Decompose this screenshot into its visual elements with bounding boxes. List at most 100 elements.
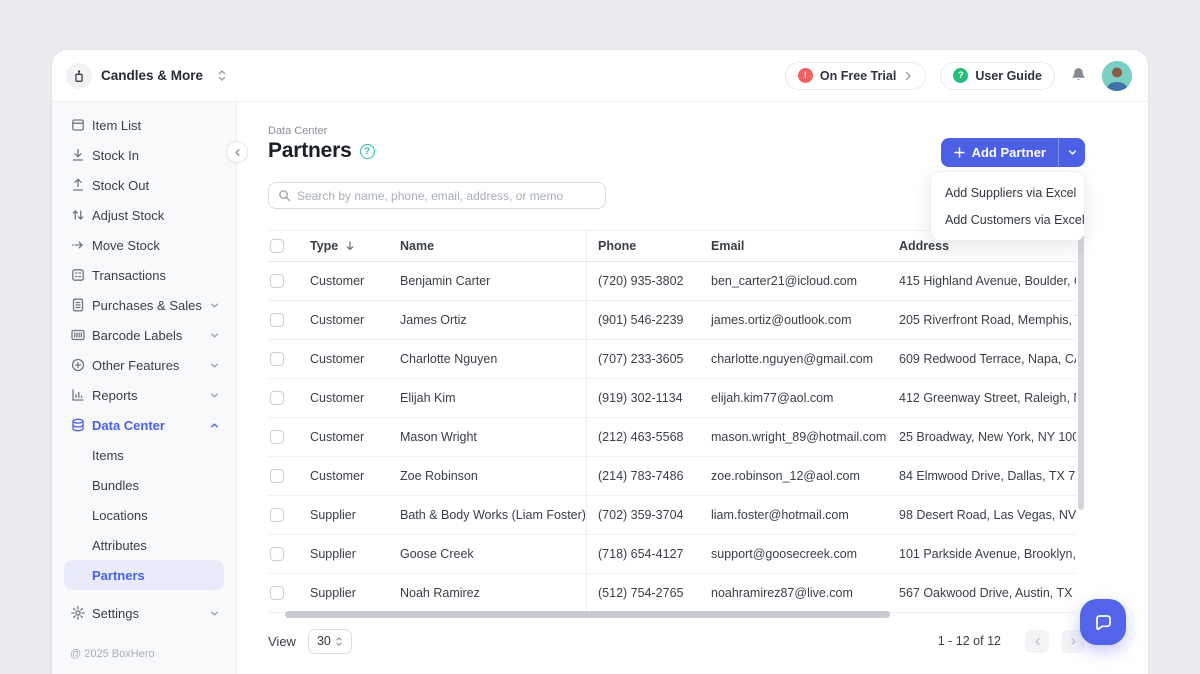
table-footer: View 30 1 - 12 of 12 xyxy=(268,626,1085,656)
sidebar-item-adjust-stock[interactable]: Adjust Stock xyxy=(64,200,224,230)
candle-icon xyxy=(72,69,86,83)
chat-support-button[interactable] xyxy=(1080,599,1126,645)
sidebar-item-items[interactable]: Items xyxy=(64,440,224,470)
sidebar-item-settings[interactable]: Settings xyxy=(64,598,224,628)
cell-address: 415 Highland Avenue, Boulder, CO 803 xyxy=(899,262,1076,300)
add-partner-caret-button[interactable] xyxy=(1058,138,1085,167)
cell-type: Customer xyxy=(310,418,400,456)
cell-email: noahramirez87@live.com xyxy=(711,574,899,612)
workspace-switcher-icon[interactable] xyxy=(217,69,227,82)
clipboard-icon xyxy=(70,117,86,133)
cell-address: 412 Greenway Street, Raleigh, NC 276 xyxy=(899,379,1076,417)
search-icon xyxy=(278,189,291,202)
row-checkbox[interactable] xyxy=(270,274,284,288)
page-title: Partners xyxy=(268,139,352,163)
column-header-type[interactable]: Type xyxy=(310,231,400,261)
sidebar-collapse-button[interactable] xyxy=(226,141,248,163)
view-label: View xyxy=(268,634,296,649)
user-avatar[interactable] xyxy=(1102,61,1132,91)
cell-phone: (214) 783-7486 xyxy=(587,457,711,495)
sidebar-item-label: Data Center xyxy=(92,418,165,433)
chevron-down-icon xyxy=(209,390,220,401)
column-header-email[interactable]: Email xyxy=(711,231,899,261)
add-partner-button[interactable]: Add Partner xyxy=(941,138,1085,167)
menu-item-add-suppliers[interactable]: Add Suppliers via Excel xyxy=(931,179,1084,206)
chevron-down-icon xyxy=(209,330,220,341)
sidebar-item-barcode-labels[interactable]: Barcode Labels xyxy=(64,320,224,350)
sidebar-item-label: Adjust Stock xyxy=(92,208,164,223)
row-checkbox-cell xyxy=(268,262,310,300)
cell-phone: (212) 463-5568 xyxy=(587,418,711,456)
trial-badge[interactable]: ! On Free Trial xyxy=(785,62,926,90)
row-checkbox[interactable] xyxy=(270,547,284,561)
menu-item-add-customers[interactable]: Add Customers via Excel xyxy=(931,206,1084,233)
chevron-down-icon xyxy=(1067,147,1078,158)
select-stepper-icon xyxy=(335,636,343,647)
column-label: Address xyxy=(899,239,949,253)
sidebar-item-item-list[interactable]: Item List xyxy=(64,110,224,140)
cell-name: Benjamin Carter xyxy=(400,262,587,300)
user-guide-button[interactable]: ? User Guide xyxy=(940,62,1055,90)
cell-address: 205 Riverfront Road, Memphis, TN 381 xyxy=(899,301,1076,339)
cell-type: Supplier xyxy=(310,535,400,573)
cell-name: Charlotte Nguyen xyxy=(400,340,587,378)
sidebar-item-attributes[interactable]: Attributes xyxy=(64,530,224,560)
chevron-left-icon xyxy=(1032,636,1043,647)
column-header-phone[interactable]: Phone xyxy=(587,231,711,261)
select-all-checkbox[interactable] xyxy=(270,239,284,253)
horizontal-scrollbar[interactable] xyxy=(285,611,890,618)
sidebar-item-label: Purchases & Sales xyxy=(92,298,202,313)
search-input[interactable] xyxy=(297,189,596,203)
sidebar-item-label: Items xyxy=(92,448,124,463)
table-row: CustomerBenjamin Carter(720) 935-3802ben… xyxy=(268,262,1076,301)
row-checkbox[interactable] xyxy=(270,469,284,483)
workspace-name: Candles & More xyxy=(101,68,203,83)
prev-page-button[interactable] xyxy=(1025,630,1049,653)
cell-phone: (919) 302-1134 xyxy=(587,379,711,417)
sidebar-item-transactions[interactable]: Transactions xyxy=(64,260,224,290)
row-checkbox-cell xyxy=(268,496,310,534)
chevron-down-icon xyxy=(209,608,220,619)
cell-email: elijah.kim77@aol.com xyxy=(711,379,899,417)
sidebar-item-other-features[interactable]: Other Features xyxy=(64,350,224,380)
sidebar-item-data-center[interactable]: Data Center xyxy=(64,410,224,440)
sidebar-item-purchases-sales[interactable]: Purchases & Sales xyxy=(64,290,224,320)
help-circle-icon[interactable]: ? xyxy=(360,144,375,159)
sidebar-item-label: Reports xyxy=(92,388,138,403)
row-checkbox[interactable] xyxy=(270,391,284,405)
sidebar-item-locations[interactable]: Locations xyxy=(64,500,224,530)
sidebar-item-partners[interactable]: Partners xyxy=(64,560,224,590)
row-checkbox[interactable] xyxy=(270,352,284,366)
cell-email: support@goosecreek.com xyxy=(711,535,899,573)
vertical-scrollbar[interactable] xyxy=(1078,232,1084,510)
row-checkbox-cell xyxy=(268,535,310,573)
trial-badge-label: On Free Trial xyxy=(820,69,896,83)
sidebar-item-stock-out[interactable]: Stock Out xyxy=(64,170,224,200)
row-checkbox-cell xyxy=(268,574,310,612)
row-checkbox[interactable] xyxy=(270,430,284,444)
cell-type: Customer xyxy=(310,379,400,417)
row-checkbox[interactable] xyxy=(270,508,284,522)
cell-type: Customer xyxy=(310,301,400,339)
sidebar: Item List Stock In Stock Out Adjust Stoc… xyxy=(52,102,237,674)
cell-email: ben_carter21@icloud.com xyxy=(711,262,899,300)
page-size-select[interactable]: 30 xyxy=(308,629,352,654)
sidebar-item-label: Move Stock xyxy=(92,238,160,253)
cell-type: Customer xyxy=(310,457,400,495)
sidebar-item-move-stock[interactable]: Move Stock xyxy=(64,230,224,260)
sidebar-item-reports[interactable]: Reports xyxy=(64,380,224,410)
row-checkbox[interactable] xyxy=(270,586,284,600)
cell-email: liam.foster@hotmail.com xyxy=(711,496,899,534)
cell-name: Zoe Robinson xyxy=(400,457,587,495)
sidebar-item-bundles[interactable]: Bundles xyxy=(64,470,224,500)
row-checkbox[interactable] xyxy=(270,313,284,327)
sidebar-item-label: Transactions xyxy=(92,268,166,283)
sidebar-item-stock-in[interactable]: Stock In xyxy=(64,140,224,170)
sort-desc-icon[interactable] xyxy=(344,240,356,252)
column-header-name[interactable]: Name xyxy=(400,231,587,261)
table-row: SupplierBath & Body Works (Liam Foster)(… xyxy=(268,496,1076,535)
row-checkbox-cell xyxy=(268,379,310,417)
notifications-bell-icon[interactable] xyxy=(1069,66,1088,85)
sidebar-item-label: Attributes xyxy=(92,538,147,553)
question-icon: ? xyxy=(953,68,968,83)
